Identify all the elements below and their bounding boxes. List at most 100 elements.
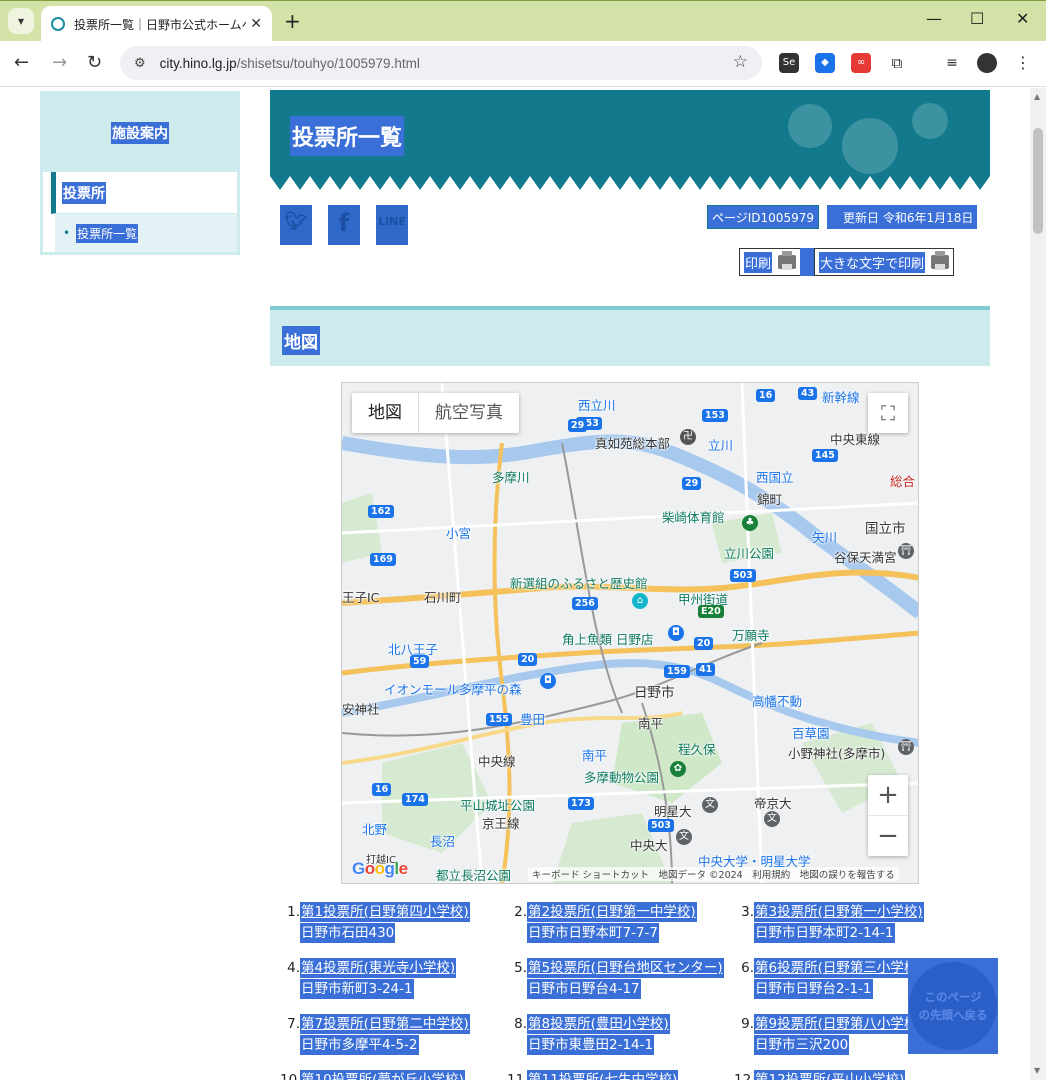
polling-place-address: 日野市石田430 xyxy=(300,923,396,943)
tab-search-button[interactable]: ▾ xyxy=(8,8,34,34)
scroll-down-icon[interactable]: ▼ xyxy=(1034,1066,1040,1075)
page-id: ページID1005979 xyxy=(707,205,819,229)
map-label: 新選組のふるさと歴史館 xyxy=(510,576,648,591)
map-label: 中央大 xyxy=(630,838,668,853)
fullscreen-icon[interactable]: ⛶ xyxy=(868,393,908,433)
profile-avatar[interactable] xyxy=(977,53,997,73)
shopping-icon: ◘ xyxy=(668,625,684,641)
polling-place-link[interactable]: 第12投票所(平山小学校) xyxy=(754,1070,906,1080)
map-label: 豊田 xyxy=(520,712,546,727)
extension-blue-icon[interactable]: ◆ xyxy=(815,53,835,73)
map-label: 小宮 xyxy=(446,526,472,541)
media-control-icon[interactable]: ≡ xyxy=(942,53,962,73)
polling-place-link[interactable]: 第7投票所(日野第二中学校) xyxy=(300,1014,470,1034)
page-top-button[interactable]: このページ の先頭へ戻る xyxy=(908,958,998,1054)
sidebar-sub-item-text[interactable]: 投票所一覧 xyxy=(76,223,139,243)
sidebar-heading-text: 施設案内 xyxy=(111,122,169,144)
polling-place-link[interactable]: 第6投票所(日野第三小学校) xyxy=(754,958,924,978)
page-top-label: このページ の先頭へ戻る xyxy=(909,962,997,1050)
polling-place-address: 日野市日野本町7-7-7 xyxy=(527,923,660,943)
route-shield: 43 xyxy=(798,387,818,400)
selenium-extension-icon[interactable]: Se xyxy=(779,53,799,73)
polling-place-link[interactable]: 第11投票所(七生中学校) xyxy=(527,1070,679,1080)
google-map[interactable]: 地図 航空写真 ⛶ 西立川 新幹線 真如苑総本部 立川 中央東線 多摩川 西国立… xyxy=(341,382,919,884)
extensions-puzzle-icon[interactable]: ⧉ xyxy=(887,53,907,73)
page-scrollbar[interactable]: ▲ ▼ xyxy=(1030,88,1046,1080)
twitter-share-button[interactable]: 🐦︎ xyxy=(280,205,312,245)
polling-place-link[interactable]: 第5投票所(日野台地区センター) xyxy=(527,958,724,978)
polling-place-link[interactable]: 第8投票所(豊田小学校) xyxy=(527,1014,670,1034)
route-shield: 29 xyxy=(568,419,588,432)
print-large-button[interactable]: 大きな文字で印刷 xyxy=(814,248,955,276)
scroll-up-icon[interactable]: ▲ xyxy=(1034,92,1040,101)
map-label: 谷保天満宮 xyxy=(834,550,897,565)
close-tab-icon[interactable]: ✕ xyxy=(250,16,262,32)
forward-icon[interactable]: → xyxy=(52,52,67,73)
polling-place-link[interactable]: 第10投票所(夢が丘小学校) xyxy=(300,1070,465,1080)
polling-place-link[interactable]: 第2投票所(日野第一中学校) xyxy=(527,902,697,922)
updated-date: 更新日 令和6年1月18日 xyxy=(827,205,978,229)
browser-toolbar: ← → ↻ ⚙ city.hino.lg.jp/shisetsu/touhyo/… xyxy=(0,41,1046,87)
bookmark-star-icon[interactable]: ☆ xyxy=(733,52,748,72)
route-shield: 256 xyxy=(572,597,598,610)
map-label: 国立市 xyxy=(865,521,906,537)
print-large-label: 大きな文字で印刷 xyxy=(819,251,926,273)
map-label: 南平 xyxy=(582,748,608,763)
site-favicon-icon xyxy=(51,17,65,31)
list-number: 1. xyxy=(287,904,300,920)
scroll-thumb[interactable] xyxy=(1033,128,1043,234)
map-label: 長沼 xyxy=(430,834,456,849)
reload-icon[interactable]: ↻ xyxy=(87,52,102,73)
map-type-satellite-button[interactable]: 航空写真 xyxy=(418,393,519,433)
route-shield: 503 xyxy=(730,569,756,582)
site-info-icon[interactable]: ⚙ xyxy=(134,56,146,71)
list-number: 11. xyxy=(507,1072,529,1080)
twitter-icon: 🐦︎ xyxy=(284,211,308,232)
sidebar-category-link[interactable]: 投票所 xyxy=(51,172,237,214)
school-icon: 文 xyxy=(764,811,780,827)
back-icon[interactable]: ← xyxy=(14,52,29,73)
zoom-in-button[interactable]: + xyxy=(868,775,908,815)
url-path: /shisetsu/touhyo/1005979.html xyxy=(236,55,420,71)
map-label: 錦町 xyxy=(757,492,783,507)
facebook-share-button[interactable]: f xyxy=(328,205,360,245)
browser-menu-icon[interactable]: ⋮ xyxy=(1013,53,1033,73)
map-type-map-button[interactable]: 地図 xyxy=(352,393,418,433)
polling-place-address: 日野市日野台4-17 xyxy=(527,979,641,999)
museum-icon: ⌂ xyxy=(632,593,648,609)
polling-place-link[interactable]: 第3投票所(日野第一小学校) xyxy=(754,902,924,922)
printer-icon xyxy=(931,251,950,270)
polling-place-link[interactable]: 第1投票所(日野第四小学校) xyxy=(300,902,470,922)
extension-red-icon[interactable]: ∞ xyxy=(851,53,871,73)
list-number: 12. xyxy=(734,1072,756,1080)
route-shield: 503 xyxy=(648,819,674,832)
sidebar-sub-item[interactable]: • 投票所一覧 xyxy=(55,214,237,252)
polling-place-link[interactable]: 第4投票所(東光寺小学校) xyxy=(300,958,457,978)
route-shield: 59 xyxy=(410,655,430,668)
active-tab[interactable]: 投票所一覧｜日野市公式ホームページ ✕ xyxy=(41,6,272,42)
polling-place-link[interactable]: 第9投票所(日野第八小学校) xyxy=(754,1014,924,1034)
bullet-icon: • xyxy=(63,226,71,240)
page-title: 投票所一覧 xyxy=(290,116,405,156)
new-tab-button[interactable]: + xyxy=(284,9,301,33)
route-shield: 174 xyxy=(402,793,428,806)
map-label: 日野市 xyxy=(634,685,675,701)
print-button[interactable]: 印刷 xyxy=(739,248,802,276)
map-attribution[interactable]: キーボード ショートカット 地図データ ©2024 利用規約 地図の誤りを報告す… xyxy=(528,867,899,881)
route-shield: 162 xyxy=(368,505,394,518)
zoom-out-button[interactable]: − xyxy=(868,815,908,855)
shopping-icon: ◘ xyxy=(540,673,556,689)
list-number: 8. xyxy=(514,1016,527,1032)
line-share-button[interactable]: LINE xyxy=(376,205,408,245)
minimize-icon[interactable]: — xyxy=(926,9,942,28)
route-shield: 16 xyxy=(372,783,392,796)
map-label: 京王線 xyxy=(482,816,520,831)
close-window-icon[interactable]: ✕ xyxy=(1016,9,1029,28)
address-bar[interactable]: ⚙ city.hino.lg.jp/shisetsu/touhyo/100597… xyxy=(120,46,762,80)
list-number: 3. xyxy=(741,904,754,920)
maximize-icon[interactable]: ☐ xyxy=(970,9,984,28)
zoom-control: + − xyxy=(868,775,908,856)
route-shield: 16 xyxy=(756,389,776,402)
sidebar-category-text[interactable]: 投票所 xyxy=(62,181,106,204)
tab-title: 投票所一覧｜日野市公式ホームページ xyxy=(74,17,246,32)
